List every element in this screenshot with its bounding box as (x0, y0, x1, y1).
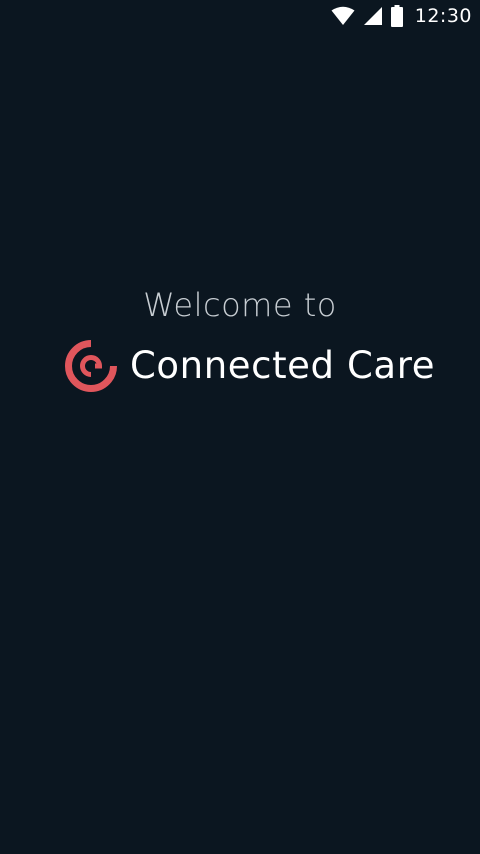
status-time: 12:30 (414, 5, 472, 27)
brand-name: Connected Care (130, 344, 436, 387)
battery-icon (390, 5, 403, 27)
welcome-block: Welcome to (0, 283, 480, 327)
status-bar: 12:30 (0, 0, 480, 32)
connected-care-logo-icon (65, 340, 117, 392)
welcome-text: Welcome to (143, 286, 337, 324)
splash-screen: 12:30 Welcome to Connected Care (0, 0, 480, 854)
cellular-signal-icon (363, 7, 382, 25)
brand-lockup: Connected Care (64, 338, 435, 394)
wifi-icon (331, 6, 355, 25)
status-icons: 12:30 (331, 4, 472, 28)
